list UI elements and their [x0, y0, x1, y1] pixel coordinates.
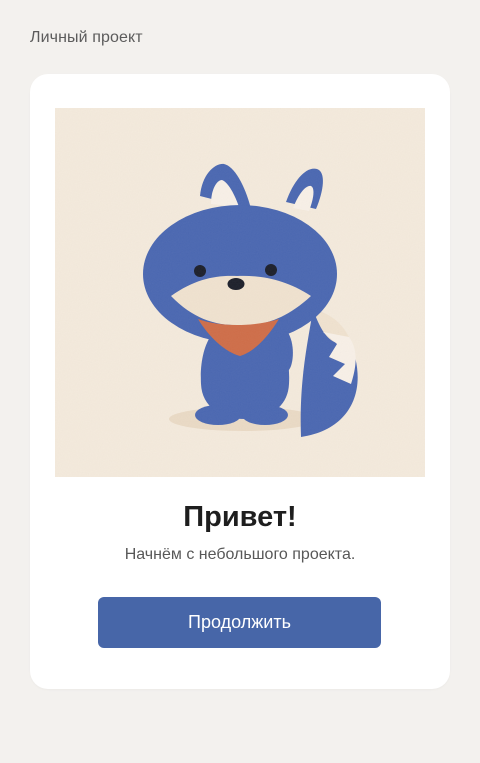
continue-button[interactable]: Продолжить — [98, 597, 381, 648]
greeting-subtitle: Начнём с небольшого проекта. — [124, 546, 356, 563]
fox-illustration — [55, 108, 425, 477]
greeting-title: Привет! — [183, 501, 297, 533]
project-label: Личный проект — [30, 29, 143, 46]
onboarding-card: Привет! Начнём с небольшого проекта. Про… — [30, 74, 450, 689]
